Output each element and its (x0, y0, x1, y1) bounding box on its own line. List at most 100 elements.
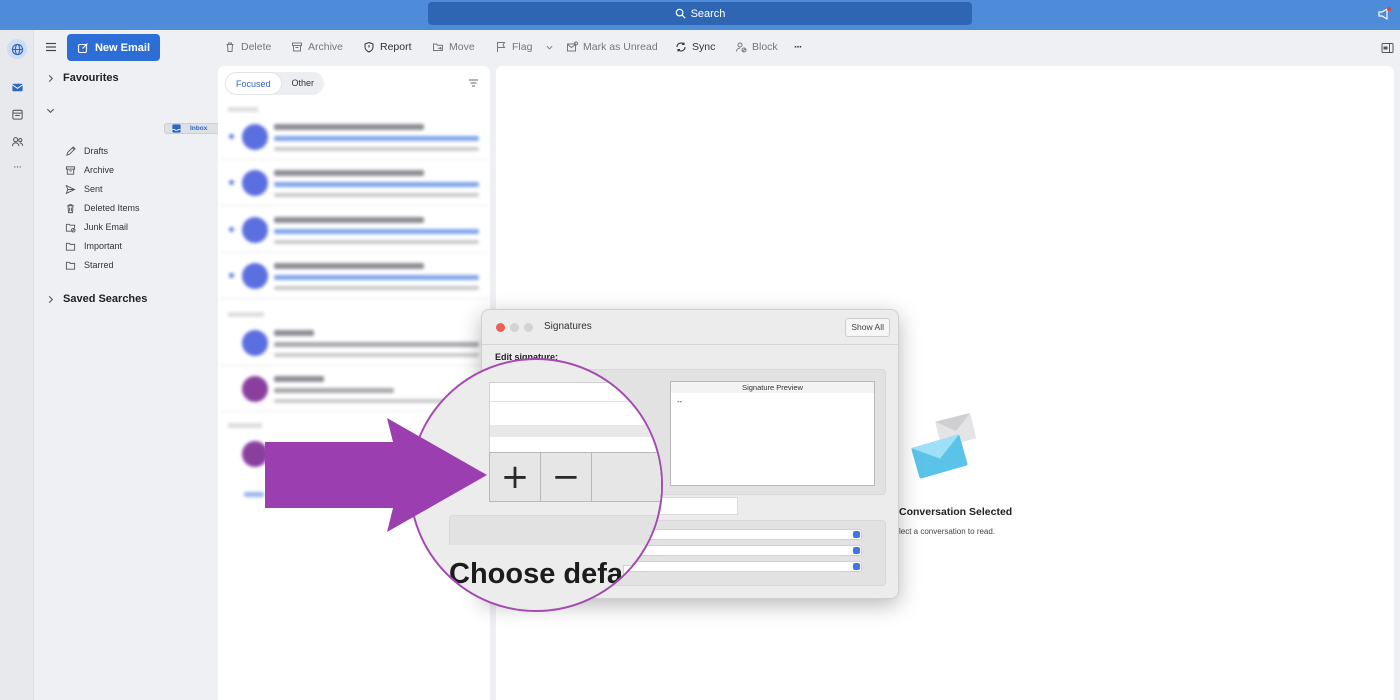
sync-button[interactable]: Sync (675, 41, 715, 53)
folder-pane: Favourites Inbox 685 Drafts Archive Sent… (34, 66, 414, 700)
search-box[interactable]: Search (428, 2, 972, 25)
side-panel-icon[interactable] (1381, 42, 1394, 54)
replies-select-zoomed[interactable]: ne (623, 565, 661, 576)
stepper-icon (853, 547, 860, 554)
folder-icon (65, 242, 76, 251)
block-user-icon (736, 42, 747, 53)
mail-icon (11, 83, 23, 91)
inbox-icon (172, 124, 181, 133)
chevron-down-icon[interactable] (545, 43, 554, 52)
folder-label: Important (84, 241, 123, 251)
signature-preview: -- (670, 393, 875, 486)
zoom-window-button[interactable] (524, 323, 533, 332)
archive-label: Archive (308, 41, 344, 53)
move-folder-icon (433, 43, 443, 51)
folder-junk[interactable]: Junk Email (38, 218, 214, 236)
search-placeholder: Search (690, 7, 726, 20)
trash-icon (226, 42, 234, 52)
pointer-arrow-icon (265, 418, 487, 532)
favourites-group[interactable]: Favourites (46, 72, 119, 84)
trash-icon (67, 203, 74, 213)
report-button[interactable]: Report (363, 41, 412, 53)
close-window-button[interactable] (496, 323, 505, 332)
inbox-pivots: Focused Other (225, 72, 325, 95)
app-rail: ··· (0, 30, 34, 700)
flag-icon (497, 42, 506, 52)
delete-label: Delete (241, 41, 272, 53)
empty-state-subtitle: lect a conversation to read. (899, 527, 996, 536)
folder-starred[interactable]: Starred (38, 256, 214, 274)
folder-drafts[interactable]: Drafts (38, 142, 214, 160)
mark-unread-icon (567, 41, 578, 52)
archive-icon (292, 42, 302, 52)
report-label: Report (380, 41, 412, 53)
rail-people[interactable] (7, 131, 27, 151)
block-button[interactable]: Block (735, 41, 778, 53)
new-email-label: New Email (94, 41, 151, 54)
remove-signature-button[interactable]: − (541, 453, 592, 501)
folder-label: Drafts (84, 146, 109, 156)
date-group-header (228, 107, 258, 112)
flag-button[interactable]: Flag (495, 41, 554, 53)
delete-button[interactable]: Delete (224, 41, 271, 53)
search-icon (675, 8, 686, 19)
megaphone-icon[interactable] (1376, 6, 1392, 22)
list-item[interactable] (218, 208, 490, 253)
chevron-down-icon (46, 108, 55, 114)
minus-icon: − (551, 457, 581, 497)
stepper-icon (853, 563, 860, 570)
folder-label: Deleted Items (84, 203, 140, 213)
junk-icon (65, 223, 76, 233)
dialog-title: Signatures (544, 321, 592, 332)
hamburger-icon[interactable] (44, 40, 58, 54)
signature-name-field[interactable] (650, 497, 738, 515)
add-signature-button[interactable]: + (490, 453, 541, 501)
add-remove-bar: + − (489, 452, 661, 502)
archive-button[interactable]: Archive (291, 41, 343, 53)
choose-default-heading: Choose defa (449, 558, 624, 590)
more-actions-label: ··· (794, 41, 802, 53)
dialog-titlebar: Signatures Show All (482, 310, 898, 345)
list-item[interactable] (218, 161, 490, 206)
plus-icon: + (500, 457, 530, 497)
folder-archive[interactable]: Archive (38, 161, 214, 179)
move-label: Move (449, 41, 475, 53)
rail-calendar[interactable] (7, 104, 27, 124)
sent-icon (65, 184, 76, 194)
compose-icon (77, 42, 88, 53)
move-button[interactable]: Move (432, 41, 475, 53)
more-actions-button[interactable]: ··· (794, 41, 802, 53)
folder-label: Starred (84, 260, 114, 270)
archive-icon (65, 165, 76, 175)
folder-deleted[interactable]: Deleted Items (38, 199, 214, 217)
envelopes-illustration-icon (911, 413, 976, 479)
folder-icon (65, 261, 76, 270)
people-icon (11, 136, 23, 146)
folder-label: Archive (84, 165, 115, 175)
empty-state-title: Conversation Selected (899, 506, 1013, 518)
load-more-link[interactable] (244, 492, 264, 497)
saved-searches-group[interactable]: Saved Searches (46, 293, 147, 305)
saved-searches-label: Saved Searches (63, 293, 148, 305)
list-item[interactable] (218, 115, 490, 160)
stepper-icon (853, 531, 860, 538)
flag-label: Flag (512, 41, 533, 53)
list-item[interactable] (218, 254, 490, 299)
mark-unread-button[interactable]: Mark as Unread (566, 41, 658, 53)
filter-icon[interactable] (468, 78, 479, 88)
folder-label: Junk Email (84, 222, 129, 232)
show-all-button[interactable]: Show All (845, 318, 890, 337)
tab-other[interactable]: Other (282, 72, 325, 95)
drafts-icon (66, 145, 76, 156)
tab-focused[interactable]: Focused (225, 72, 282, 95)
calendar-icon (11, 109, 23, 120)
rail-mail[interactable] (7, 77, 27, 97)
folder-important[interactable]: Important (38, 237, 214, 255)
rail-globe[interactable] (7, 39, 27, 59)
sync-label: Sync (692, 41, 716, 53)
rail-more[interactable]: ··· (7, 157, 27, 177)
account-group[interactable] (46, 106, 55, 115)
new-email-button[interactable]: New Email (67, 34, 160, 61)
folder-sent[interactable]: Sent (38, 180, 214, 198)
minimize-window-button[interactable] (510, 323, 519, 332)
